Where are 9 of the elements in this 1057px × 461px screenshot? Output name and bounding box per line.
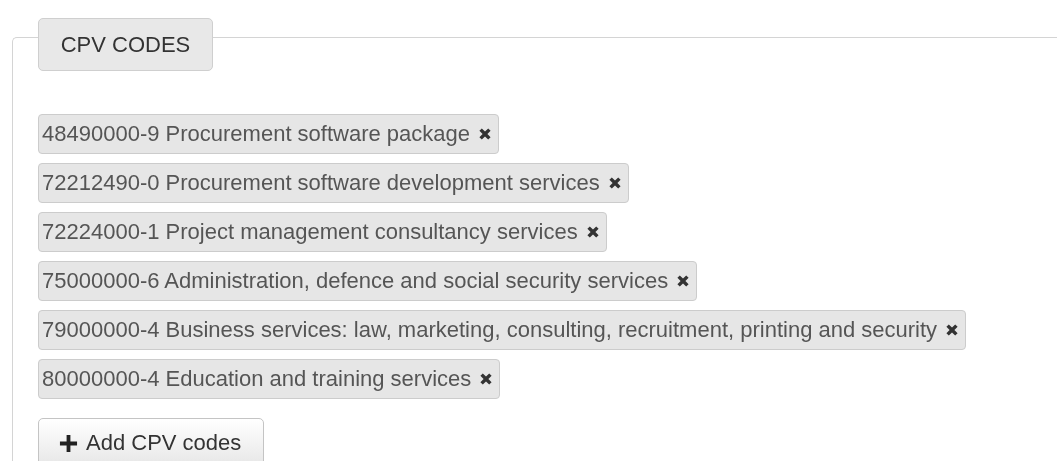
cpv-code-tag: 79000000-4 Business services: law, marketing, consulting, recruitment, printing and security	[38, 310, 967, 350]
cpv-code-tag: 80000000-4 Education and training services	[38, 359, 501, 399]
cpv-code-tag: 75000000-6 Administration, defence and social security services	[38, 261, 698, 301]
cpv-code-tag: 48490000-9 Procurement software package	[38, 114, 500, 154]
cpv-code-tag: 72212490-0 Procurement software development services	[38, 163, 629, 203]
section-legend: CPV CODES	[38, 18, 213, 71]
plus-icon	[59, 433, 78, 453]
cpv-code-tag: 72224000-1 Project management consultancy services	[38, 212, 607, 252]
add-cpv-codes-button[interactable]: Add CPV codes	[38, 418, 265, 461]
